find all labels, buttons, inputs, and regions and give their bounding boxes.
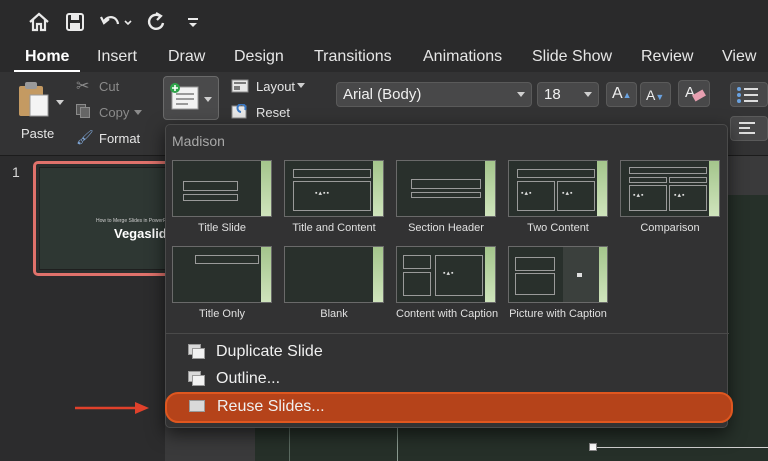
layout-title-and-content[interactable]: ▪▴▪▪ Title and Content (284, 160, 384, 234)
tab-slide-show[interactable]: Slide Show (532, 48, 612, 66)
tab-home[interactable]: Home (25, 48, 69, 66)
format-label: Format (99, 131, 141, 146)
tab-insert[interactable]: Insert (97, 48, 137, 66)
layout-name: Title Only (198, 308, 246, 320)
reset-label: Reset (256, 105, 290, 120)
increase-font-button[interactable]: A▲ (606, 82, 637, 107)
reset-button[interactable]: Reset (231, 104, 311, 122)
align-left-icon (739, 122, 755, 134)
undo-icon[interactable] (98, 9, 134, 35)
font-size-dropdown[interactable]: 18 (537, 82, 599, 107)
decrease-font-icon: A▼ (646, 87, 665, 103)
layout-picture-with-caption[interactable]: Picture with Caption (508, 246, 608, 320)
slide-number: 1 (12, 164, 20, 180)
tab-draw[interactable]: Draw (168, 48, 205, 66)
reuse-slides-row: Reuse Slides... (189, 398, 325, 416)
decrease-font-button[interactable]: A▼ (640, 82, 671, 107)
layout-section-header[interactable]: Section Header (396, 160, 496, 234)
format-painter-button[interactable]: 🖌 Format (76, 129, 146, 148)
layout-icon (231, 79, 249, 93)
clipboard-icon (19, 82, 49, 117)
slide-thumbnail-content: How to Merge Slides in PowerPoint Vegasl… (39, 167, 174, 270)
title-bar (0, 0, 768, 44)
bullets-icon (737, 87, 758, 103)
paste-label: Paste (21, 126, 55, 141)
layout-name: Picture with Caption (509, 308, 607, 320)
reuse-slides-label: Reuse Slides... (217, 398, 325, 415)
layout-name: Title Slide (198, 222, 246, 234)
paintbrush-icon: 🖌 (76, 129, 94, 145)
duplicate-slide-item[interactable]: Duplicate Slide (188, 343, 323, 361)
thumbnail-subtitle: How to Merge Slides in PowerPoint (96, 218, 175, 224)
home-icon[interactable] (26, 9, 52, 35)
layout-button[interactable]: Layout (231, 78, 311, 96)
new-slide-layout-menu: Madison Title Slide ▪▴▪▪ Title and Conte… (165, 124, 729, 428)
clear-formatting-button[interactable]: A (678, 80, 710, 107)
layout-name: Comparison (640, 222, 700, 234)
copy-icon (76, 104, 90, 118)
layout-content-with-caption[interactable]: ▪▴▪ Content with Caption (396, 246, 499, 320)
copy-label: Copy (99, 105, 130, 120)
font-size-value: 18 (544, 86, 561, 103)
duplicate-slide-icon (188, 344, 206, 360)
cut-button[interactable]: ✂ Cut (76, 78, 146, 96)
tab-animations[interactable]: Animations (423, 48, 502, 66)
menu-separator (166, 333, 729, 334)
tab-transitions[interactable]: Transitions (314, 48, 392, 66)
paste-button[interactable]: Paste (12, 78, 64, 148)
bullets-button[interactable] (730, 82, 768, 107)
layout-title-slide[interactable]: Title Slide (172, 160, 272, 234)
font-name-dropdown[interactable]: Arial (Body) (336, 82, 532, 107)
layout-title-only[interactable]: Title Only (172, 246, 272, 320)
tab-view[interactable]: View (722, 48, 756, 66)
increase-font-icon: A▲ (612, 85, 632, 102)
outline-icon (188, 371, 206, 387)
theme-name-heading: Madison (172, 133, 225, 149)
reuse-slides-icon (189, 399, 207, 415)
layout-name: Blank (320, 308, 348, 320)
save-icon[interactable] (62, 9, 88, 35)
tab-design[interactable]: Design (234, 48, 284, 66)
scissors-icon: ✂ (76, 78, 90, 95)
pointer-arrow-icon (75, 402, 149, 414)
ribbon-tabs: Home Insert Draw Design Transitions Anim… (0, 44, 768, 72)
layout-label: Layout (256, 79, 296, 94)
slide-thumbnail-1[interactable]: How to Merge Slides in PowerPoint Vegasl… (33, 161, 174, 276)
outline-label: Outline... (216, 370, 281, 387)
copy-button[interactable]: Copy (76, 104, 146, 122)
tab-review[interactable]: Review (641, 48, 693, 66)
redo-icon[interactable] (143, 9, 169, 35)
new-slide-button[interactable] (163, 76, 219, 120)
layout-name: Section Header (408, 222, 484, 234)
layout-two-content[interactable]: ▪▴▪ ▪▴▪ Two Content (508, 160, 608, 234)
layout-blank[interactable]: Blank (284, 246, 384, 320)
duplicate-slide-label: Duplicate Slide (216, 343, 323, 360)
reset-icon (231, 104, 247, 119)
font-name-value: Arial (Body) (343, 86, 422, 103)
align-left-button[interactable] (730, 116, 768, 141)
layout-comparison[interactable]: ▪▴▪ ▪▴▪ Comparison (620, 160, 720, 234)
cut-label: Cut (99, 79, 120, 94)
customize-icon[interactable] (180, 9, 206, 35)
outline-item[interactable]: Outline... (188, 370, 280, 388)
new-slide-icon (170, 83, 199, 110)
layout-name: Two Content (527, 222, 589, 234)
layout-name: Content with Caption (396, 308, 499, 320)
layout-name: Title and Content (292, 222, 376, 234)
reuse-slides-item[interactable]: Reuse Slides... (165, 392, 733, 423)
